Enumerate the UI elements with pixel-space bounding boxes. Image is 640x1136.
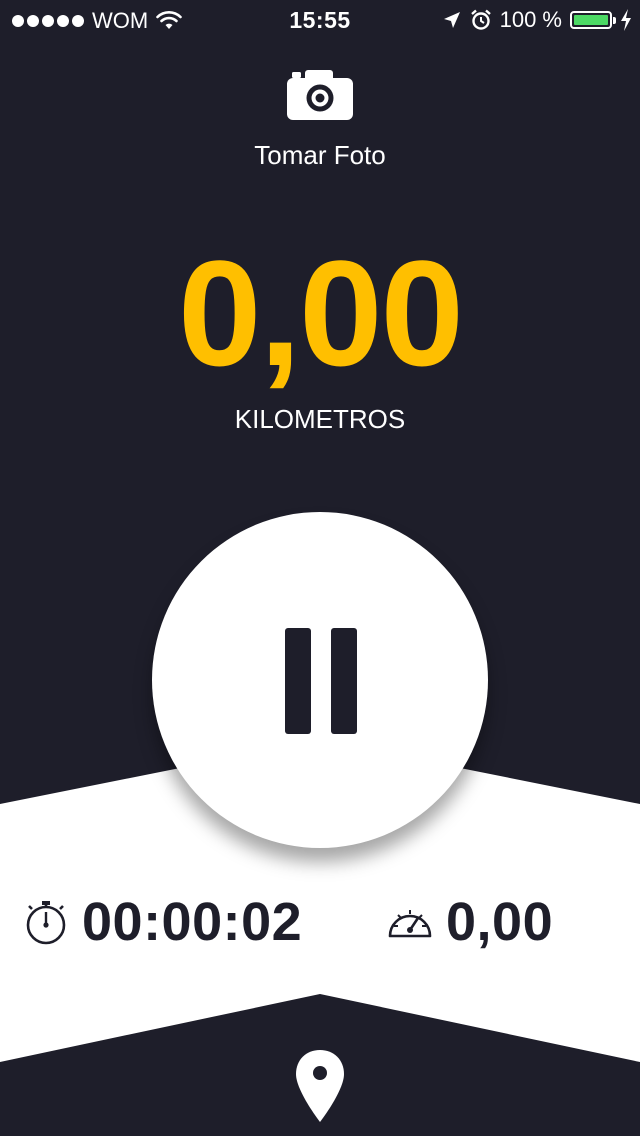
elapsed-time-stat: 00:00:02 bbox=[22, 890, 302, 954]
battery-nub bbox=[613, 17, 616, 24]
battery-level bbox=[574, 15, 608, 25]
status-bar: WOM 15:55 100 % bbox=[0, 0, 640, 40]
location-arrow-icon bbox=[443, 12, 460, 28]
speed-value: 0,00 bbox=[446, 892, 554, 952]
charging-bolt-icon bbox=[621, 9, 631, 31]
take-photo-label: Tomar Foto bbox=[254, 140, 386, 170]
camera-icon bbox=[287, 70, 353, 120]
pause-icon bbox=[285, 628, 357, 734]
alarm-icon bbox=[470, 9, 491, 30]
stopwatch-icon bbox=[26, 901, 66, 945]
distance-value: 0,00 bbox=[178, 229, 464, 397]
battery-icon bbox=[570, 11, 616, 29]
take-photo-button[interactable]: Tomar Foto bbox=[254, 60, 386, 190]
battery-percent: 100 % bbox=[499, 7, 562, 32]
status-right: 100 % bbox=[442, 7, 632, 33]
speedometer-icon bbox=[388, 910, 432, 938]
pause-bar-right bbox=[331, 628, 357, 734]
map-pin-icon[interactable] bbox=[292, 1046, 348, 1126]
pause-button[interactable] bbox=[152, 512, 488, 848]
run-tracking-screen: WOM 15:55 100 % Tomar Foto 0,00 KILOMETR… bbox=[0, 0, 640, 1136]
distance-unit: KILOMETROS bbox=[234, 404, 406, 434]
speed-stat: 0,00 bbox=[386, 890, 553, 954]
pause-bar-left bbox=[285, 628, 311, 734]
elapsed-time-value: 00:00:02 bbox=[82, 892, 303, 952]
